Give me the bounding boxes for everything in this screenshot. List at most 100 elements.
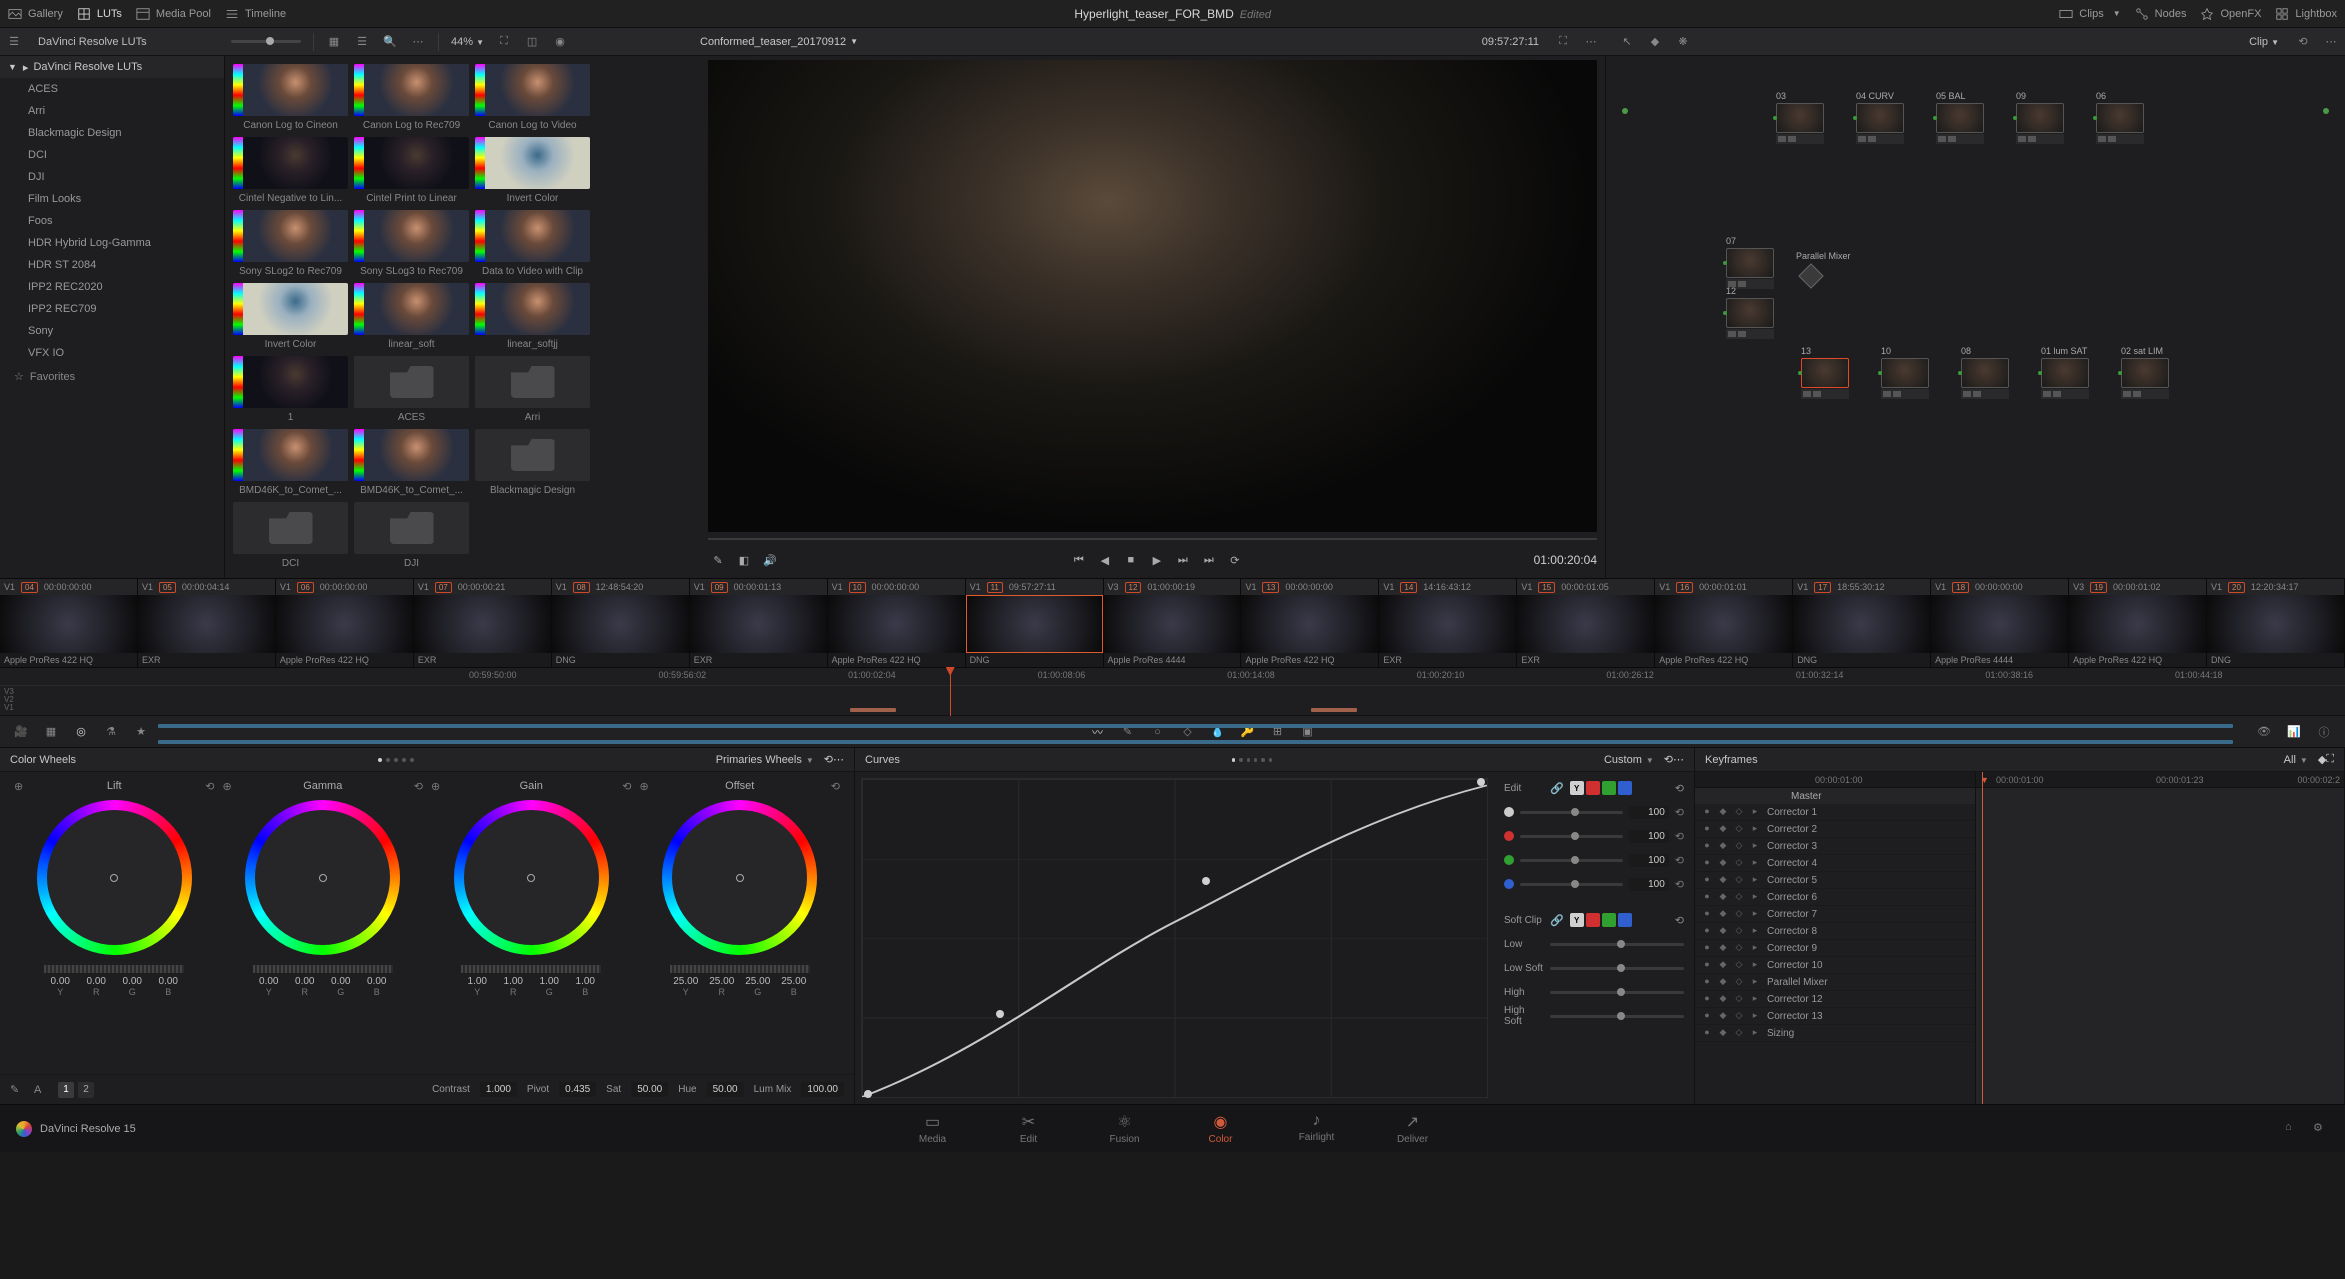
lut-item[interactable]: BMD46K_to_Comet_... — [233, 429, 348, 496]
curves-graph[interactable] — [861, 778, 1488, 1098]
viewer-scrubber[interactable] — [708, 532, 1597, 546]
tab-openfx[interactable]: OpenFX — [2200, 7, 2261, 21]
page-tab-deliver[interactable]: ↗Deliver — [1383, 1112, 1443, 1145]
low-slider[interactable] — [1550, 943, 1684, 946]
hue-value[interactable]: 50.00 — [707, 1082, 744, 1097]
viewer-expand-icon[interactable]: ⛶ — [1551, 30, 1575, 54]
lut-item[interactable]: ACES — [354, 356, 469, 423]
color-wheel-gain[interactable]: ⊕Gain⟲1.001.001.001.00YRGB — [427, 776, 636, 1070]
expand-icon[interactable]: ⛶ — [492, 30, 516, 54]
panel-menu-icon[interactable]: ☰ — [2, 30, 26, 54]
wheels-reset-icon[interactable]: ⟲ — [824, 753, 833, 766]
timeline-clip[interactable]: V10600:00:00:00Apple ProRes 422 HQ — [276, 579, 414, 667]
lowsoft-slider[interactable] — [1550, 967, 1684, 970]
lut-item[interactable]: linear_soft — [354, 283, 469, 350]
timeline-clip[interactable]: V12012:20:34:17DNG — [2207, 579, 2345, 667]
color-wheel-gamma[interactable]: ⊕Gamma⟲0.000.000.000.00YRGB — [219, 776, 428, 1070]
lut-item[interactable]: 1 — [233, 356, 348, 423]
tab-clips[interactable]: Clips▼ — [2059, 7, 2120, 21]
timeline-clip[interactable]: V10700:00:00:21EXR — [414, 579, 552, 667]
softclip-reset-icon[interactable]: ⟲ — [1675, 914, 1684, 927]
timeline-name[interactable]: Conformed_teaser_20170912 — [700, 36, 846, 48]
loop-icon[interactable]: ⟳ — [1225, 550, 1245, 570]
g-intensity-slider[interactable] — [1520, 859, 1623, 862]
keyframe-row[interactable]: ●◆◇▸Corrector 12 — [1695, 991, 1975, 1008]
sidebar-item[interactable]: Film Looks — [0, 188, 224, 210]
timeline-clip[interactable]: V10500:00:04:14EXR — [138, 579, 276, 667]
play-icon[interactable]: ▶ — [1147, 550, 1167, 570]
node[interactable]: 06 — [2096, 91, 2144, 144]
viewer-zoom[interactable]: 44% ▼ — [451, 36, 484, 48]
sidebar-item[interactable]: DCI — [0, 144, 224, 166]
node-options-icon[interactable]: ⋯ — [2319, 30, 2343, 54]
timeline-clip[interactable]: V11600:00:01:01Apple ProRes 422 HQ — [1655, 579, 1793, 667]
curves-mode[interactable]: Custom▼ — [1604, 754, 1654, 766]
tab-luts[interactable]: LUTs — [77, 7, 122, 21]
r-intensity-slider[interactable] — [1520, 835, 1623, 838]
sidebar-item[interactable]: Blackmagic Design — [0, 122, 224, 144]
home-icon[interactable]: ⌂ — [2285, 1121, 2301, 1137]
sidebar-item[interactable]: DJI — [0, 166, 224, 188]
node-graph[interactable]: 0304 CURV05 BAL090607Parallel Mixer12131… — [1605, 56, 2345, 578]
playhead[interactable] — [950, 668, 951, 716]
options-icon[interactable]: ⋯ — [406, 30, 430, 54]
stop-icon[interactable]: ■ — [1121, 550, 1141, 570]
node-fx-icon[interactable]: ❋ — [1671, 30, 1695, 54]
timeline-clip[interactable]: V10400:00:00:00Apple ProRes 422 HQ — [0, 579, 138, 667]
next-frame-icon[interactable]: ⏭ — [1173, 550, 1193, 570]
node[interactable]: 01 lum SAT — [2041, 346, 2089, 399]
thumb-size-slider[interactable] — [231, 40, 301, 43]
settings-gear-icon[interactable]: ⚙ — [2313, 1121, 2329, 1137]
channel-softclip-buttons[interactable]: Y — [1570, 913, 1632, 927]
parallel-mixer-node[interactable]: Parallel Mixer — [1796, 251, 1851, 291]
sidebar-item[interactable]: Sony — [0, 320, 224, 342]
timeline-clip[interactable]: V11300:00:00:00Apple ProRes 422 HQ — [1241, 579, 1379, 667]
keyframe-row[interactable]: ●◆◇▸Corrector 7 — [1695, 906, 1975, 923]
timeline-clip[interactable]: V11414:16:43:12EXR — [1379, 579, 1517, 667]
node[interactable]: 09 — [2016, 91, 2064, 144]
node[interactable]: 05 BAL — [1936, 91, 1984, 144]
wheel-page-buttons[interactable]: 12 — [58, 1082, 94, 1098]
sidebar-item[interactable]: Arri — [0, 100, 224, 122]
node-reset-icon[interactable]: ⟲ — [2291, 30, 2315, 54]
timeline-clip[interactable]: V31900:00:01:02Apple ProRes 422 HQ — [2069, 579, 2207, 667]
page-tab-color[interactable]: ◉Color — [1191, 1112, 1251, 1145]
last-frame-icon[interactable]: ⏭ — [1199, 550, 1219, 570]
timeline-clip[interactable]: V31201:00:00:19Apple ProRes 4444 — [1104, 579, 1242, 667]
lut-item[interactable]: Invert Color — [233, 283, 348, 350]
wheel-page-dots[interactable] — [376, 758, 416, 762]
tab-gallery[interactable]: Gallery — [8, 7, 63, 21]
list-view-icon[interactable]: ☰ — [350, 30, 374, 54]
mini-timeline[interactable]: 00:59:50:0000:59:56:0201:00:02:0401:00:0… — [0, 668, 2345, 716]
sidebar-item[interactable]: Foos — [0, 210, 224, 232]
search-icon[interactable]: 🔍 — [378, 30, 402, 54]
luts-folder-header[interactable]: ▼▸DaVinci Resolve LUTs — [0, 56, 224, 78]
lut-item[interactable]: Canon Log to Cineon — [233, 64, 348, 131]
pivot-value[interactable]: 0.435 — [559, 1082, 596, 1097]
tab-lightbox[interactable]: Lightbox — [2275, 7, 2337, 21]
node-add-icon[interactable]: ◆ — [1643, 30, 1667, 54]
softclip-link-icon[interactable]: 🔗 — [1550, 914, 1564, 927]
tab-timeline[interactable]: Timeline — [225, 7, 286, 21]
favorites-item[interactable]: ☆Favorites — [0, 364, 224, 389]
lut-item[interactable]: DCI — [233, 502, 348, 569]
keyframes-expand-icon[interactable]: ⛶ — [2326, 753, 2334, 766]
sidebar-item[interactable]: IPP2 REC709 — [0, 298, 224, 320]
curves-page-dots[interactable] — [1232, 758, 1272, 762]
kf-master-row[interactable]: Master — [1695, 788, 1975, 804]
viewer-timecode[interactable]: 09:57:27:11 — [1482, 36, 1539, 48]
keyframes-mode[interactable]: All▼ — [2284, 754, 2308, 766]
page-tab-edit[interactable]: ✂Edit — [999, 1112, 1059, 1145]
timeline-clip[interactable]: V11718:55:30:12DNG — [1793, 579, 1931, 667]
lut-item[interactable]: Cintel Negative to Lin... — [233, 137, 348, 204]
pick-white-icon[interactable]: A — [34, 1084, 48, 1096]
highsoft-slider[interactable] — [1550, 1015, 1684, 1018]
lut-item[interactable]: Data to Video with Clip — [475, 210, 590, 277]
lut-item[interactable]: Canon Log to Video — [475, 64, 590, 131]
lut-item[interactable]: Blackmagic Design — [475, 429, 590, 496]
keyframe-row[interactable]: ●◆◇▸Corrector 3 — [1695, 838, 1975, 855]
node[interactable]: 03 — [1776, 91, 1824, 144]
timeline-clip[interactable]: V11000:00:00:00Apple ProRes 422 HQ — [828, 579, 966, 667]
keyframe-row[interactable]: ●◆◇▸Corrector 5 — [1695, 872, 1975, 889]
keyframe-row[interactable]: ●◆◇▸Parallel Mixer — [1695, 974, 1975, 991]
